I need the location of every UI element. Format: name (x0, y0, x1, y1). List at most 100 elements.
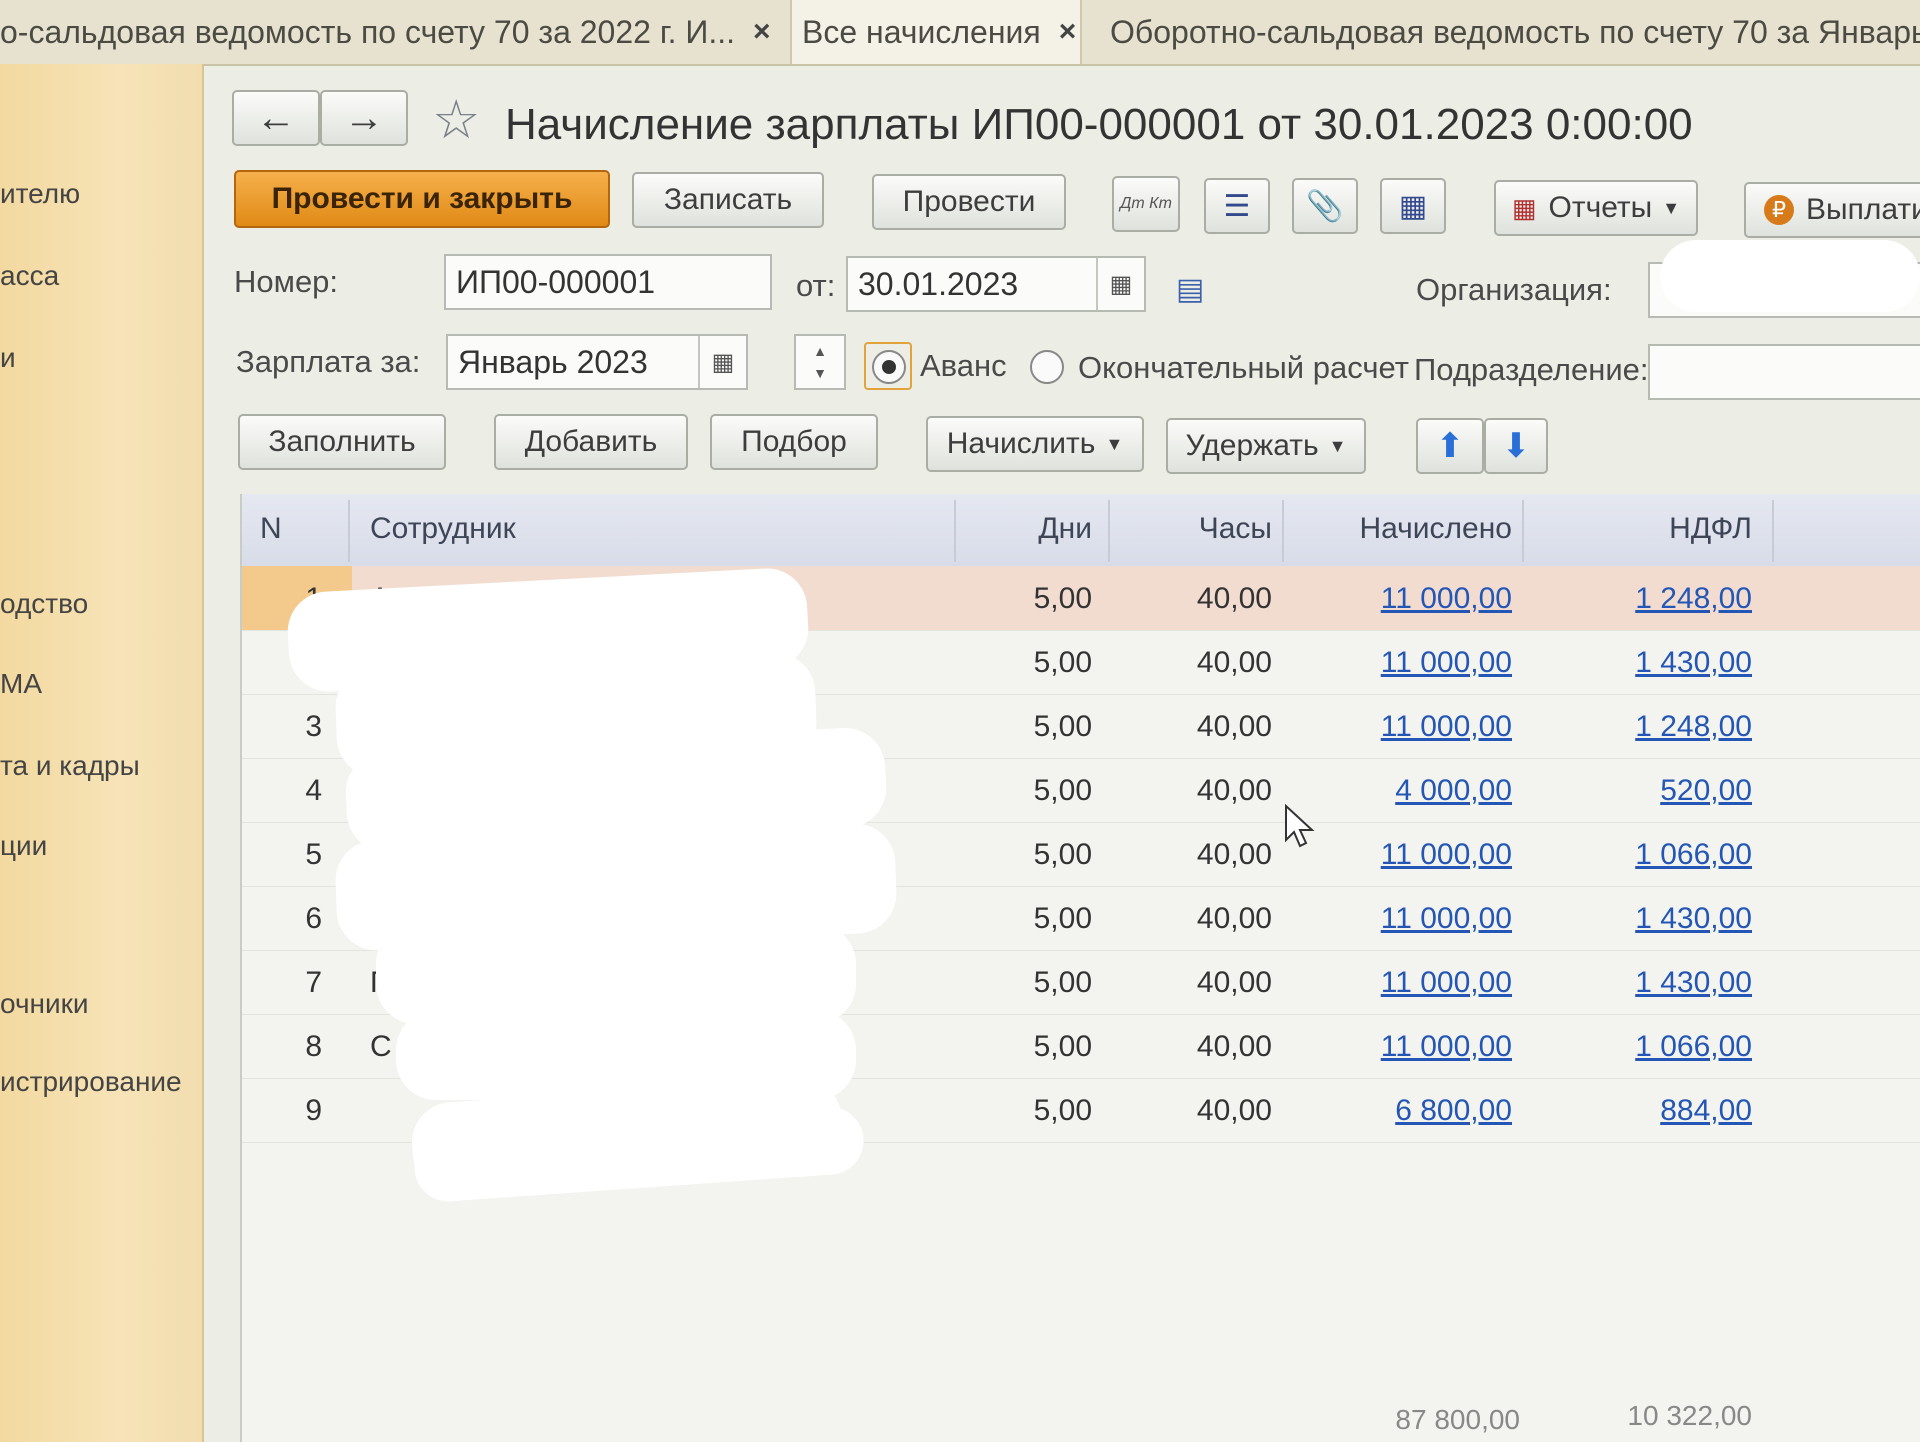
salary-period-field[interactable]: Январь 2023 ▦ (446, 334, 748, 390)
dt-kt-button[interactable]: Дт Кт (1112, 176, 1180, 232)
sidebar-item[interactable]: та и кадры (0, 750, 140, 782)
post-button[interactable]: Провести (872, 174, 1066, 230)
accrued-link[interactable]: 11 000,00 (1292, 1030, 1512, 1064)
forward-button[interactable]: → (320, 90, 408, 146)
tab-bar: о-сальдовая ведомость по счету 70 за 202… (0, 0, 1920, 66)
sidebar-item[interactable]: одство (0, 588, 88, 620)
days-cell: 5,00 (1033, 966, 1092, 999)
ndfl-link[interactable]: 1 430,00 (1532, 902, 1752, 936)
post-and-close-button[interactable]: Провести и закрыть (234, 170, 610, 228)
sidebar-item[interactable]: ителю (0, 178, 80, 210)
final-payment-radio[interactable] (1030, 350, 1064, 384)
calendar-icon[interactable]: ▦ (1096, 258, 1144, 310)
favorite-star-icon[interactable]: ☆ (432, 88, 480, 151)
accrued-link[interactable]: 11 000,00 (1292, 710, 1512, 744)
number-label: Номер: (234, 264, 339, 299)
date-value: 30.01.2023 (858, 265, 1019, 302)
accrued-link[interactable]: 6 800,00 (1292, 1094, 1512, 1128)
ndfl-link[interactable]: 1 430,00 (1532, 966, 1752, 1000)
structure-button[interactable]: ▦ (1380, 178, 1446, 234)
date-label: от: (796, 268, 836, 303)
ndfl-link[interactable]: 1 066,00 (1532, 1030, 1752, 1064)
move-up-button[interactable]: ⬆ (1416, 418, 1484, 474)
column-divider (1282, 500, 1284, 562)
pick-button[interactable]: Подбор (710, 414, 878, 470)
calendar-icon[interactable]: ▦ (698, 336, 746, 388)
accrued-link[interactable]: 11 000,00 (1292, 902, 1512, 936)
arrow-up-icon: ⬆ (1435, 427, 1465, 465)
ndfl-link[interactable]: 884,00 (1532, 1094, 1752, 1128)
days-cell: 5,00 (1033, 582, 1092, 615)
department-field[interactable] (1648, 344, 1920, 400)
sidebar-item[interactable]: истрирование (0, 1066, 182, 1098)
ndfl-link[interactable]: 520,00 (1532, 774, 1752, 808)
sidebar-item[interactable]: ции (0, 830, 47, 862)
attach-button[interactable]: 📎 (1292, 178, 1358, 234)
days-cell: 5,00 (1033, 710, 1092, 743)
move-down-button[interactable]: ⬇ (1484, 418, 1548, 474)
spin-up-icon[interactable]: ▲ (813, 340, 827, 362)
ndfl-link[interactable]: 1 066,00 (1532, 838, 1752, 872)
arrow-right-icon: → (344, 95, 384, 140)
accrue-button[interactable]: Начислить ▼ (926, 416, 1144, 472)
advance-label[interactable]: Аванс (920, 348, 1007, 384)
days-cell: 5,00 (1033, 646, 1092, 679)
organization-label: Организация: (1416, 272, 1612, 307)
caret-down-icon: ▼ (1105, 433, 1124, 454)
accrued-link[interactable]: 11 000,00 (1292, 582, 1512, 616)
tab-all-accruals[interactable]: Все начисления × (792, 0, 1082, 64)
withhold-label: Удержать (1185, 429, 1319, 462)
column-header-employee[interactable]: Сотрудник (370, 512, 516, 546)
period-spinner[interactable]: ▲ ▼ (794, 334, 846, 390)
hours-cell: 40,00 (1196, 646, 1272, 679)
accrued-link[interactable]: 4 000,00 (1292, 774, 1512, 808)
advance-radio[interactable] (872, 350, 906, 384)
row-number-cell: 5 (305, 838, 322, 871)
spin-down-icon[interactable]: ▼ (813, 362, 827, 384)
save-button[interactable]: Записать (632, 172, 824, 228)
row-number-cell: 3 (305, 710, 322, 743)
column-header-hours[interactable]: Часы (1122, 512, 1272, 546)
column-header-days[interactable]: Дни (962, 512, 1092, 546)
pay-button[interactable]: ₽ Выплати (1744, 182, 1920, 238)
accrued-link[interactable]: 11 000,00 (1292, 646, 1512, 680)
close-icon[interactable]: × (1059, 15, 1077, 49)
number-field[interactable]: ИП00-000001 (444, 254, 772, 310)
total-ndfl: 10 322,00 (1627, 1400, 1752, 1431)
withhold-button[interactable]: Удержать ▼ (1166, 418, 1366, 474)
ndfl-link[interactable]: 1 430,00 (1532, 646, 1752, 680)
sidebar-item[interactable]: и (0, 342, 16, 374)
days-cell: 5,00 (1033, 774, 1092, 807)
tab-osv-2022[interactable]: о-сальдовая ведомость по счету 70 за 202… (0, 0, 792, 64)
sidebar-item[interactable]: асса (0, 260, 59, 292)
row-number-cell: 7 (305, 966, 322, 999)
hours-cell: 40,00 (1196, 838, 1272, 871)
final-payment-label[interactable]: Окончательный расчет (1078, 350, 1409, 386)
comment-icon[interactable]: ▤ (1176, 272, 1204, 307)
add-button[interactable]: Добавить (494, 414, 688, 470)
dt-kt-icon: Дт Кт (1120, 195, 1172, 212)
date-field[interactable]: 30.01.2023 ▦ (846, 256, 1146, 312)
ndfl-link[interactable]: 1 248,00 (1532, 582, 1752, 616)
tab-label: Оборотно-сальдовая ведомость по счету 70… (1110, 13, 1920, 50)
structure-icon: ▦ (1398, 189, 1428, 223)
fill-button[interactable]: Заполнить (238, 414, 446, 470)
close-icon[interactable]: × (753, 15, 771, 49)
column-divider (1108, 500, 1110, 562)
list-button[interactable]: ☰ (1204, 178, 1270, 234)
sidebar-item[interactable]: очники (0, 988, 89, 1020)
column-header-accrued[interactable]: Начислено (1292, 512, 1512, 546)
accrued-link[interactable]: 11 000,00 (1292, 966, 1512, 1000)
ndfl-link[interactable]: 1 248,00 (1532, 710, 1752, 744)
caret-down-icon: ▼ (1328, 435, 1347, 456)
accrued-link[interactable]: 11 000,00 (1292, 838, 1512, 872)
total-accrued: 87 800,00 (1395, 1404, 1520, 1435)
column-header-n[interactable]: N (260, 512, 282, 546)
column-header-ndfl[interactable]: НДФЛ (1532, 512, 1752, 546)
sidebar-item[interactable]: МА (0, 668, 42, 700)
back-button[interactable]: ← (232, 90, 320, 146)
hours-cell: 40,00 (1196, 582, 1272, 615)
tab-osv-january[interactable]: Оборотно-сальдовая ведомость по счету 70… (1092, 0, 1920, 64)
tab-label: Все начисления (802, 13, 1041, 50)
reports-button[interactable]: ▦ Отчеты ▼ (1494, 180, 1698, 236)
